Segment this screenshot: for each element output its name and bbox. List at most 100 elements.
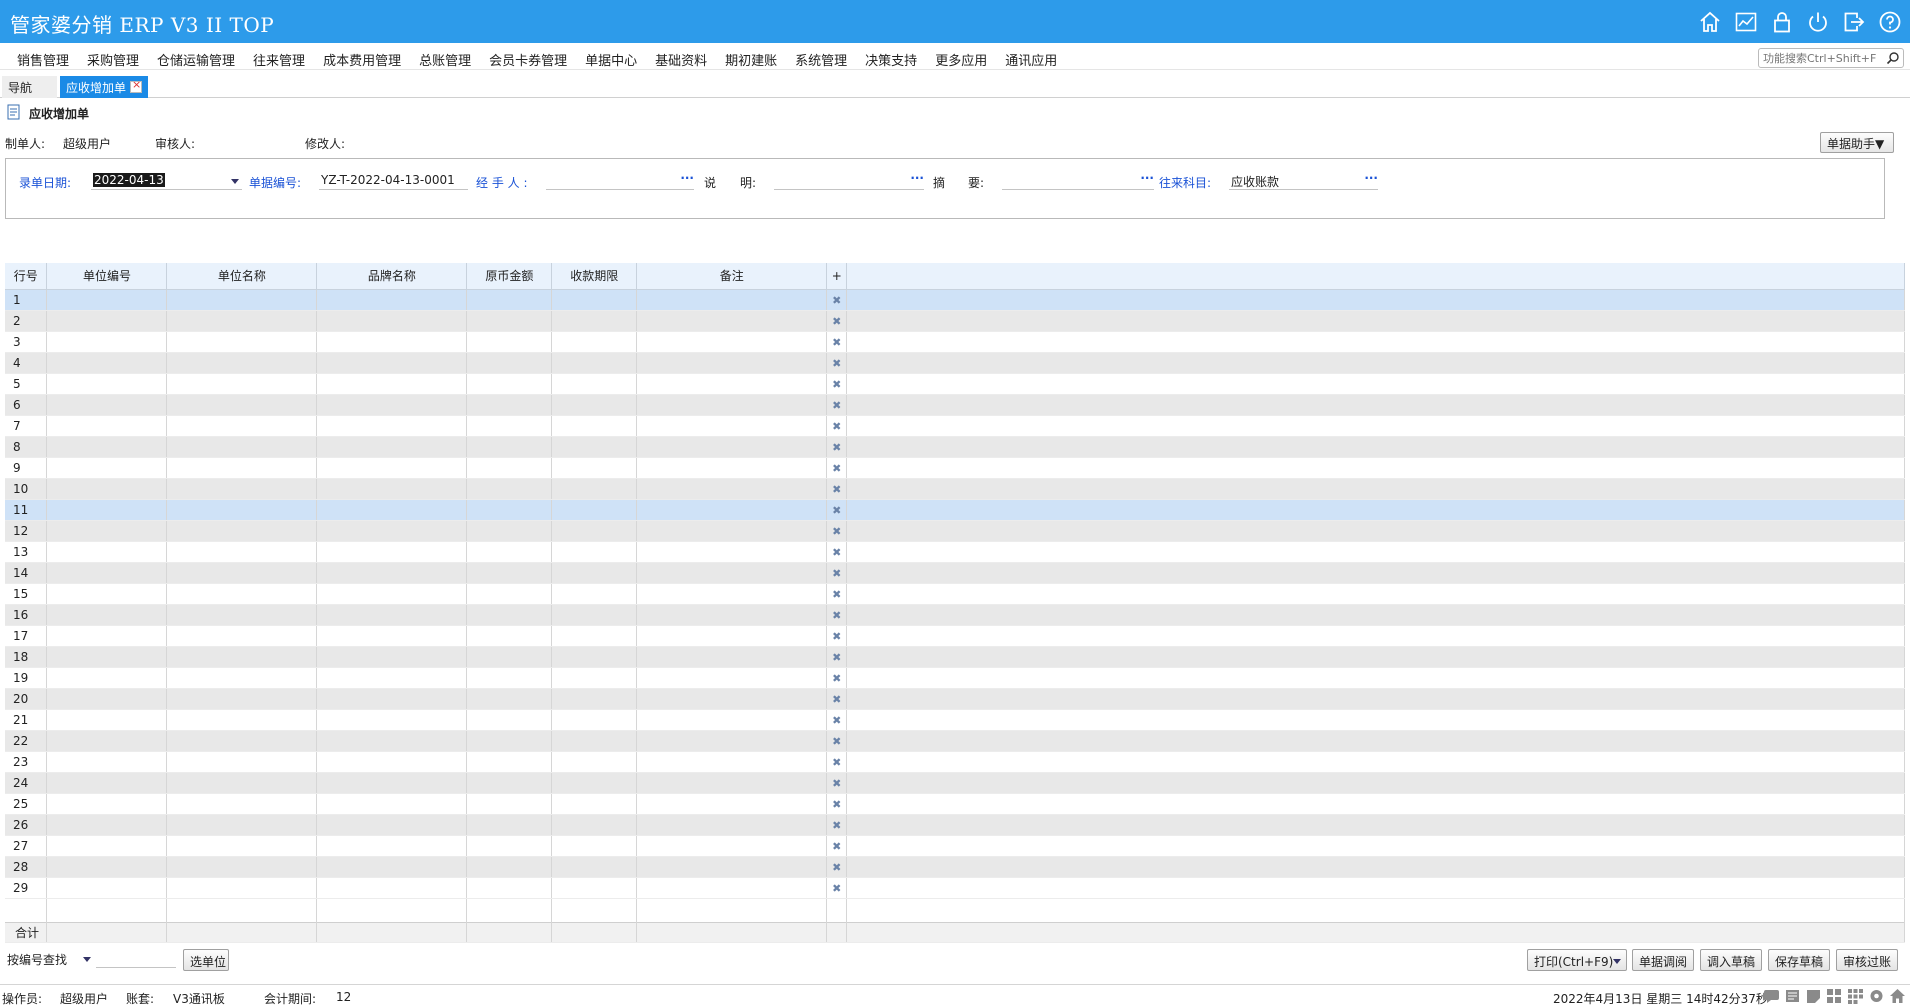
select-unit-button[interactable]: 选单位 [183,949,229,971]
delete-row-icon[interactable]: ✖ [832,567,841,580]
unit-name-cell[interactable] [166,667,318,689]
due-term-cell[interactable] [551,541,638,563]
amount-cell[interactable] [466,688,553,710]
table-row[interactable]: 12 ✖ [5,520,1905,542]
delete-row-icon[interactable]: ✖ [832,840,841,853]
amount-cell[interactable] [466,877,553,899]
amount-cell[interactable] [466,814,553,836]
unit-code-cell[interactable] [46,562,168,584]
delete-row-icon[interactable]: ✖ [832,882,841,895]
brand-name-cell[interactable] [316,772,468,794]
menu-item[interactable]: 更多应用 [926,48,996,71]
brand-name-cell[interactable] [316,793,468,815]
remark-cell[interactable] [636,625,828,647]
delete-row-icon[interactable]: ✖ [832,672,841,685]
unit-name-cell[interactable] [166,877,318,899]
remark-cell[interactable] [636,730,828,752]
date-picker[interactable]: 2022-04-13 [91,171,242,190]
unit-code-cell[interactable] [46,688,168,710]
unit-name-cell[interactable] [166,310,318,332]
brand-name-cell[interactable] [316,436,468,458]
due-term-cell[interactable] [551,730,638,752]
find-input[interactable] [96,950,176,968]
unit-code-cell[interactable] [46,373,168,395]
brand-name-cell[interactable] [316,478,468,500]
remark-cell[interactable] [636,835,828,857]
delete-row-icon[interactable]: ✖ [832,378,841,391]
chevron-down-icon[interactable] [1613,959,1621,964]
apps-icon[interactable] [1847,988,1864,1004]
unit-name-cell[interactable] [166,352,318,374]
remark-cell[interactable] [636,604,828,626]
delete-row-icon[interactable]: ✖ [832,651,841,664]
table-row[interactable]: 5 ✖ [5,373,1905,395]
unit-code-cell[interactable] [46,772,168,794]
delete-row-icon[interactable]: ✖ [832,777,841,790]
brand-name-cell[interactable] [316,730,468,752]
delete-row-icon[interactable]: ✖ [832,399,841,412]
table-row[interactable]: 10 ✖ [5,478,1905,500]
menu-item[interactable]: 系统管理 [786,48,856,71]
amount-cell[interactable] [466,625,553,647]
due-term-cell[interactable] [551,793,638,815]
unit-name-cell[interactable] [166,793,318,815]
due-term-cell[interactable] [551,604,638,626]
brand-name-cell[interactable] [316,562,468,584]
unit-name-cell[interactable] [166,772,318,794]
unit-name-cell[interactable] [166,814,318,836]
unit-code-cell[interactable] [46,541,168,563]
unit-code-cell[interactable] [46,814,168,836]
col-row-number[interactable]: 行号 [5,263,48,290]
table-row[interactable]: 4 ✖ [5,352,1905,374]
find-mode-select[interactable]: 按编号查找 [5,949,93,969]
unit-name-cell[interactable] [166,856,318,878]
unit-code-cell[interactable] [46,709,168,731]
unit-name-cell[interactable] [166,436,318,458]
table-row[interactable]: 9 ✖ [5,457,1905,479]
brand-name-cell[interactable] [316,394,468,416]
audit-post-button[interactable]: 审核过账 [1836,949,1898,971]
table-row[interactable]: 1 ✖ [5,289,1905,311]
unit-code-cell[interactable] [46,646,168,668]
remark-cell[interactable] [636,415,828,437]
unit-name-cell[interactable] [166,625,318,647]
remark-cell[interactable] [636,289,828,311]
unit-code-cell[interactable] [46,415,168,437]
unit-code-cell[interactable] [46,856,168,878]
delete-row-icon[interactable]: ✖ [832,504,841,517]
due-term-cell[interactable] [551,457,638,479]
chevron-down-icon[interactable] [83,957,91,962]
col-amount[interactable]: 原币金额 [466,263,553,290]
unit-name-cell[interactable] [166,604,318,626]
notice-icon[interactable] [1784,988,1801,1004]
amount-cell[interactable] [466,751,553,773]
remark-cell[interactable] [636,646,828,668]
remark-cell[interactable] [636,793,828,815]
table-row[interactable]: 15 ✖ [5,583,1905,605]
unit-code-cell[interactable] [46,394,168,416]
unit-code-cell[interactable] [46,310,168,332]
due-term-cell[interactable] [551,814,638,836]
exit-icon[interactable] [1842,10,1866,34]
unit-code-cell[interactable] [46,478,168,500]
due-term-cell[interactable] [551,835,638,857]
unit-code-cell[interactable] [46,730,168,752]
due-term-cell[interactable] [551,499,638,521]
delete-row-icon[interactable]: ✖ [832,735,841,748]
due-term-cell[interactable] [551,688,638,710]
amount-cell[interactable] [466,709,553,731]
remark-cell[interactable] [636,457,828,479]
table-row[interactable]: 3 ✖ [5,331,1905,353]
col-due-term[interactable]: 收款期限 [551,263,638,290]
brand-name-cell[interactable] [316,667,468,689]
lookup-button[interactable]: 单据调阅 [1632,949,1694,971]
remark-cell[interactable] [636,394,828,416]
amount-cell[interactable] [466,772,553,794]
amount-cell[interactable] [466,436,553,458]
amount-cell[interactable] [466,352,553,374]
menu-item[interactable]: 单据中心 [576,48,646,71]
amount-cell[interactable] [466,499,553,521]
due-term-cell[interactable] [551,289,638,311]
amount-cell[interactable] [466,541,553,563]
amount-cell[interactable] [466,730,553,752]
